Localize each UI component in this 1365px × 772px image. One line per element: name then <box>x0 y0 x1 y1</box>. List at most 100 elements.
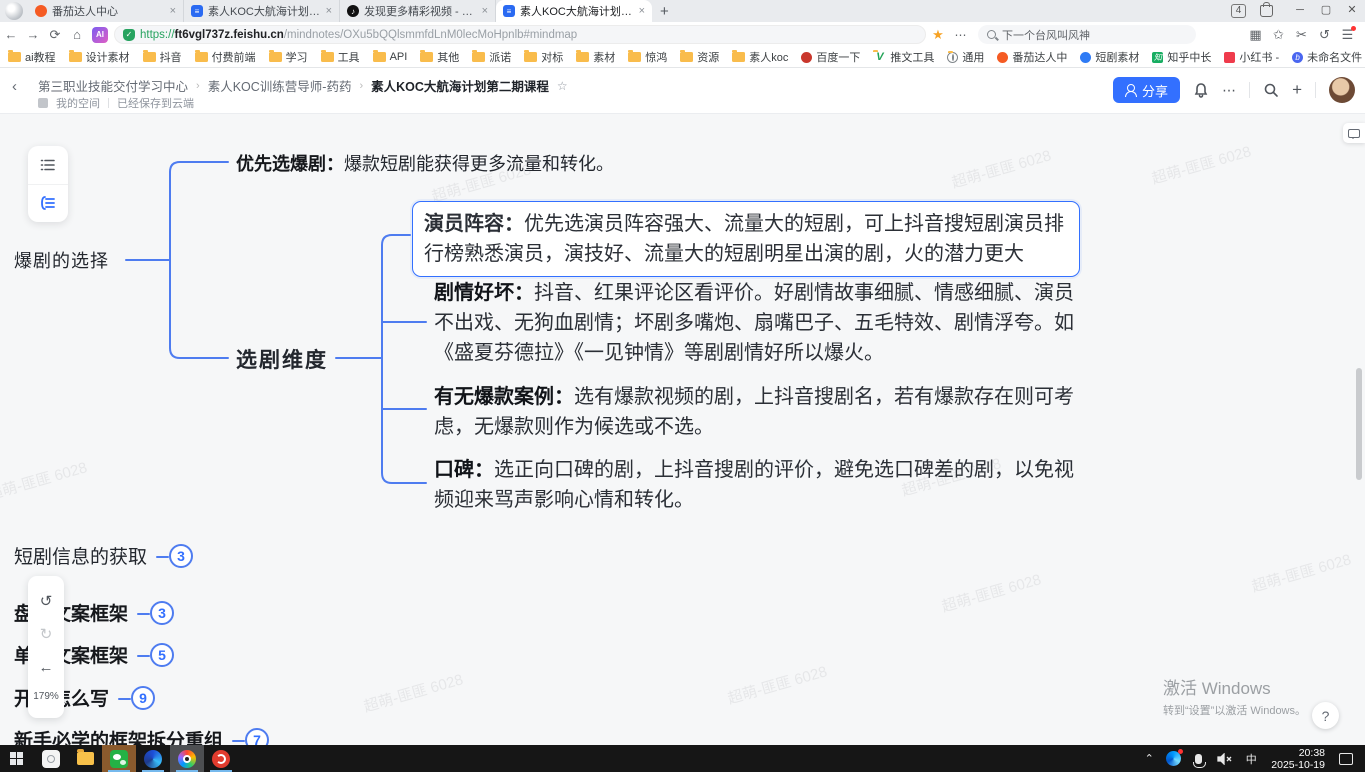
header-more-icon[interactable]: ⋯ <box>1222 82 1236 99</box>
menu-icon[interactable]: ☰ <box>1336 27 1359 43</box>
bookmark-item[interactable]: V推文工具 <box>873 49 934 65</box>
mindmap-canvas[interactable]: 超萌-匪匪 6028 超萌-匪匪 6028 超萌-匪匪 6028 超萌-匪匪 6… <box>0 114 1365 745</box>
bookmark-item[interactable]: ai教程 <box>8 49 56 65</box>
favorites-edit-icon[interactable]: ✩ <box>1267 27 1290 43</box>
history-undo-icon[interactable]: ↺ <box>1313 27 1336 43</box>
address-bar[interactable]: ✓ https://ft6vgl737z.feishu.cn/mindnotes… <box>114 25 926 44</box>
start-button[interactable] <box>0 745 34 772</box>
taskbar-search-app[interactable] <box>34 745 68 772</box>
bookmark-item[interactable]: 资源 <box>680 49 719 65</box>
blue-app-button[interactable] <box>136 745 170 772</box>
share-button[interactable]: 分享 <box>1113 77 1180 103</box>
notification-center-icon[interactable] <box>1339 753 1353 765</box>
bookmark-item[interactable]: 抖音 <box>143 49 182 65</box>
mindmap-view-button[interactable] <box>28 184 68 223</box>
mindmap-node-branch2[interactable]: 选剧维度 <box>236 344 328 374</box>
tab-feishu-active[interactable]: ≡ 素人KOC大航海计划第二期课 × <box>496 0 652 22</box>
red-app-button[interactable] <box>204 745 238 772</box>
close-button[interactable]: ✕ <box>1339 0 1365 22</box>
favorite-star-icon[interactable]: ☆ <box>557 79 568 93</box>
redo-icon[interactable]: ↻ <box>40 625 53 643</box>
bookmark-item[interactable]: 对标 <box>524 49 563 65</box>
collapsed-count-badge[interactable]: 7 <box>245 728 269 746</box>
back-icon[interactable]: ← <box>0 27 22 42</box>
zoom-level[interactable]: 179% <box>33 691 59 702</box>
bookmark-item[interactable]: 付费前端 <box>195 49 256 65</box>
file-explorer-button[interactable] <box>68 745 102 772</box>
tab-count-badge[interactable]: 4 <box>1231 4 1246 18</box>
bookmark-star-icon[interactable]: ★ <box>926 27 950 43</box>
mindmap-node[interactable]: 口碑：选正向口碑的剧，上抖音搜剧的评价，避免选口碑差的剧，以免视频迎来骂声影响心… <box>434 455 1078 515</box>
back-chevron-icon[interactable]: ‹ <box>12 78 17 95</box>
tab-close-icon[interactable]: × <box>639 5 645 17</box>
bookmark-item[interactable]: API <box>373 51 408 63</box>
mindmap-collapsed-node[interactable]: 新手必学的框架拆分重组 7 <box>14 726 269 745</box>
breadcrumb-item[interactable]: 素人KOC训练营导师-药药 <box>208 76 352 95</box>
bookmark-item[interactable]: 其他 <box>420 49 459 65</box>
ai-assistant-icon[interactable]: AI <box>92 27 108 43</box>
collapsed-count-badge[interactable]: 3 <box>169 544 193 568</box>
maximize-button[interactable]: ▢ <box>1313 0 1339 22</box>
tab-feishu-1[interactable]: ≡ 素人KOC大航海计划第二期课 × <box>184 0 340 22</box>
bookmark-item[interactable]: 素人koc <box>732 49 788 65</box>
microphone-icon[interactable] <box>1195 754 1202 764</box>
volume-muted-icon[interactable] <box>1217 753 1233 765</box>
bookmark-item[interactable]: 通用 <box>947 49 984 65</box>
forward-icon[interactable]: → <box>22 27 44 42</box>
help-button[interactable]: ? <box>1312 702 1339 729</box>
bookmark-item[interactable]: 惊鸿 <box>628 49 667 65</box>
breadcrumb-item[interactable]: 第三职业技能交付学习中心 <box>38 76 188 95</box>
home-icon[interactable]: ⌂ <box>66 27 88 42</box>
tab-close-icon[interactable]: × <box>326 5 332 17</box>
ime-indicator[interactable]: 中 <box>1239 751 1263 767</box>
tab-fanqie[interactable]: 番茄达人中心 × <box>28 0 184 22</box>
undo-icon[interactable]: ↺ <box>40 592 53 610</box>
bookmark-item[interactable]: 素材 <box>576 49 615 65</box>
mindmap-node-branch1[interactable]: 优先选爆剧：爆款短剧能获得更多流量和转化。 <box>236 150 614 176</box>
bookmark-item[interactable]: b未命名文件 <box>1292 49 1362 65</box>
search-box[interactable]: 下一个台风叫风神 <box>978 25 1196 44</box>
outline-view-button[interactable] <box>28 146 68 184</box>
mindmap-collapsed-node[interactable]: 短剧信息的获取 3 <box>14 542 193 569</box>
screenshot-scissors-icon[interactable]: ✂ <box>1290 27 1313 43</box>
mindmap-node[interactable]: 有无爆款案例：选有爆款视频的剧，上抖音搜剧名，若有爆款存在则可考虑，无爆款则作为… <box>434 382 1078 442</box>
space-label[interactable]: 我的空间 <box>56 95 100 111</box>
create-plus-icon[interactable]: + <box>1292 80 1302 100</box>
wechat-button[interactable] <box>102 745 136 772</box>
back-to-center-icon[interactable]: ← <box>39 659 54 676</box>
browser-app-button[interactable] <box>170 745 204 772</box>
mindmap-node[interactable]: 剧情好坏：抖音、红果评论区看评价。好剧情故事细腻、情感细腻、演员不出戏、无狗血剧… <box>434 278 1078 368</box>
collapsed-count-badge[interactable]: 9 <box>131 686 155 710</box>
bell-icon[interactable] <box>1193 82 1209 98</box>
minimize-button[interactable]: ─ <box>1287 0 1313 22</box>
header-search-icon[interactable] <box>1263 82 1279 98</box>
apps-grid-icon[interactable]: ▦ <box>1244 27 1267 43</box>
new-tab-button[interactable]: + <box>660 3 669 20</box>
tab-close-icon[interactable]: × <box>170 5 176 17</box>
bookmark-item[interactable]: 小红书 - <box>1224 49 1279 65</box>
browser-logo-icon[interactable] <box>5 2 23 20</box>
comment-button[interactable] <box>1343 123 1365 143</box>
address-more-icon[interactable]: ⋯ <box>950 28 972 42</box>
reload-icon[interactable]: ⟳ <box>44 27 66 43</box>
bookmark-item[interactable]: 知知乎中长 <box>1152 49 1211 65</box>
tray-browser-icon[interactable] <box>1166 751 1181 766</box>
user-avatar[interactable] <box>1329 77 1355 103</box>
collapsed-count-badge[interactable]: 3 <box>150 601 174 625</box>
app-market-icon[interactable] <box>1260 5 1273 17</box>
clock[interactable]: 20:38 2025-10-19 <box>1271 747 1325 771</box>
bookmark-item[interactable]: 工具 <box>321 49 360 65</box>
bookmark-item[interactable]: 短剧素材 <box>1080 49 1139 65</box>
mindmap-node-selected[interactable]: 演员阵容：优先选演员阵容强大、流量大的短剧，可上抖音搜短剧演员排行榜熟悉演员，演… <box>412 201 1080 277</box>
bookmark-item[interactable]: 番茄达人中 <box>997 49 1067 65</box>
tab-close-icon[interactable]: × <box>482 5 488 17</box>
tray-expand-icon[interactable]: ⌃ <box>1137 752 1161 765</box>
vertical-scrollbar[interactable] <box>1356 368 1362 480</box>
mindmap-root-node[interactable]: 爆剧的选择 <box>14 247 109 273</box>
collapsed-count-badge[interactable]: 5 <box>150 643 174 667</box>
bookmark-item[interactable]: 设计素材 <box>69 49 130 65</box>
bookmark-item[interactable]: 派诺 <box>472 49 511 65</box>
tab-douyin[interactable]: ♪ 发现更多精彩视频 - 抖音搜索 × <box>340 0 496 22</box>
bookmark-item[interactable]: 百度一下 <box>801 49 860 65</box>
bookmark-item[interactable]: 学习 <box>269 49 308 65</box>
